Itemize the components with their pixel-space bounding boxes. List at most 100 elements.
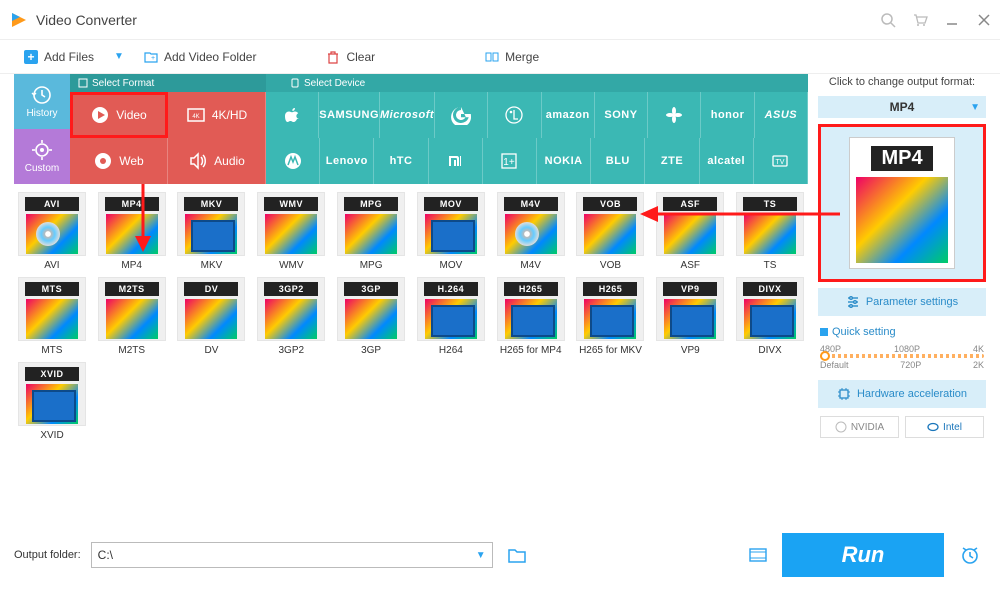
- format-badge: AVI: [25, 197, 79, 211]
- format-item-m2ts[interactable]: M2TSM2TS: [94, 277, 170, 356]
- cart-icon[interactable]: [912, 12, 928, 28]
- format-item-vob[interactable]: VOBVOB: [573, 192, 649, 271]
- format-item-vp9[interactable]: VP9VP9: [652, 277, 728, 356]
- brand-htc[interactable]: hTC: [374, 138, 428, 184]
- output-folder-value: C:\: [98, 548, 113, 562]
- format-item-dv[interactable]: DVDV: [174, 277, 250, 356]
- clear-button[interactable]: Clear: [316, 46, 385, 68]
- add-folder-button[interactable]: + Add Video Folder: [134, 46, 267, 68]
- format-item-3gp2[interactable]: 3GP23GP2: [253, 277, 329, 356]
- add-files-label: Add Files: [44, 50, 94, 64]
- output-folder-label: Output folder:: [14, 549, 81, 561]
- category-web-label: Web: [119, 154, 143, 168]
- format-item-h264[interactable]: H.264H264: [413, 277, 489, 356]
- output-format-preview[interactable]: MP4: [818, 124, 986, 282]
- format-badge: MP4: [105, 197, 159, 211]
- brand-asus[interactable]: ASUS: [755, 92, 808, 138]
- mark-2k: 2K: [973, 360, 984, 370]
- search-icon[interactable]: [880, 12, 896, 28]
- format-thumb: 3GP: [337, 277, 405, 341]
- slider-thumb[interactable]: [820, 351, 830, 361]
- format-art: [425, 299, 477, 339]
- chevron-down-icon: ▼: [970, 102, 980, 113]
- hardware-acceleration-button[interactable]: Hardware acceleration: [818, 380, 986, 408]
- mark-default: Default: [820, 360, 849, 370]
- brand-tv[interactable]: TV: [754, 138, 808, 184]
- format-item-xvid[interactable]: XVIDXVID: [14, 362, 90, 441]
- format-art: [505, 299, 557, 339]
- brand-zte[interactable]: ZTE: [645, 138, 699, 184]
- category-audio[interactable]: Audio: [168, 138, 266, 184]
- category-row-1: Video 4K 4K/HD SAMSUNG Microsoft amazon …: [70, 92, 808, 138]
- brand-samsung[interactable]: SAMSUNG: [319, 92, 380, 138]
- history-tab[interactable]: History: [14, 74, 70, 129]
- hw-accel-label: Hardware acceleration: [857, 388, 967, 400]
- brand-blu[interactable]: BLU: [591, 138, 645, 184]
- brand-motorola[interactable]: [266, 138, 320, 184]
- format-item-asf[interactable]: ASFASF: [652, 192, 728, 271]
- brand-apple[interactable]: [266, 92, 319, 138]
- brand-lg[interactable]: [488, 92, 541, 138]
- format-thumb: DIVX: [736, 277, 804, 341]
- format-item-mts[interactable]: MTSMTS: [14, 277, 90, 356]
- format-art: [106, 299, 158, 339]
- format-item-h265-for-mkv[interactable]: H265H265 for MKV: [573, 277, 649, 356]
- format-art: [584, 299, 636, 339]
- preview-art: [856, 177, 948, 263]
- nvidia-badge: NVIDIA: [820, 416, 899, 438]
- format-item-3gp[interactable]: 3GP3GP: [333, 277, 409, 356]
- brand-nokia[interactable]: NOKIA: [537, 138, 591, 184]
- brand-huawei[interactable]: [648, 92, 701, 138]
- format-art: [106, 214, 158, 254]
- format-item-ts[interactable]: TSTS: [732, 192, 808, 271]
- minimize-icon[interactable]: [944, 12, 960, 28]
- add-files-button[interactable]: + Add Files: [14, 46, 104, 68]
- brand-xiaomi[interactable]: [429, 138, 483, 184]
- format-thumb: 3GP2: [257, 277, 325, 341]
- format-badge: TS: [743, 197, 797, 211]
- brand-lenovo[interactable]: Lenovo: [320, 138, 374, 184]
- category-video[interactable]: Video: [70, 92, 168, 138]
- output-format-select[interactable]: MP4 ▼: [818, 96, 986, 118]
- alarm-icon[interactable]: [954, 544, 986, 566]
- output-folder-combo[interactable]: C:\ ▼: [91, 542, 493, 568]
- category-4khd[interactable]: 4K 4K/HD: [168, 92, 266, 138]
- format-badge: DIVX: [743, 282, 797, 296]
- film-icon[interactable]: [744, 542, 772, 568]
- chevron-down-icon: ▼: [476, 550, 486, 561]
- brand-google[interactable]: [435, 92, 488, 138]
- custom-tab[interactable]: Custom: [14, 129, 70, 184]
- format-badge: WMV: [264, 197, 318, 211]
- brand-alcatel[interactable]: alcatel: [700, 138, 754, 184]
- run-label: Run: [842, 542, 885, 568]
- format-label: H265 for MP4: [500, 345, 562, 356]
- format-item-mkv[interactable]: MKVMKV: [174, 192, 250, 271]
- category-audio-label: Audio: [214, 154, 245, 168]
- format-item-avi[interactable]: AVIAVI: [14, 192, 90, 271]
- brand-microsoft[interactable]: Microsoft: [380, 92, 435, 138]
- close-icon[interactable]: [976, 12, 992, 28]
- format-thumb: ASF: [656, 192, 724, 256]
- format-item-m4v[interactable]: M4VM4V: [493, 192, 569, 271]
- brand-honor[interactable]: honor: [701, 92, 754, 138]
- format-thumb: H265: [576, 277, 644, 341]
- quality-slider[interactable]: [820, 354, 984, 358]
- brand-oneplus[interactable]: 1+: [483, 138, 537, 184]
- quick-setting-label: Quick setting: [832, 326, 896, 338]
- format-item-mov[interactable]: MOVMOV: [413, 192, 489, 271]
- merge-button[interactable]: Merge: [475, 46, 549, 68]
- run-button[interactable]: Run: [782, 533, 944, 577]
- format-item-h265-for-mp4[interactable]: H265H265 for MP4: [493, 277, 569, 356]
- brand-sony[interactable]: SONY: [595, 92, 648, 138]
- format-badge: H.264: [424, 282, 478, 296]
- format-item-mpg[interactable]: MPGMPG: [333, 192, 409, 271]
- format-item-mp4[interactable]: MP4MP4: [94, 192, 170, 271]
- brand-amazon[interactable]: amazon: [542, 92, 595, 138]
- parameter-settings-button[interactable]: Parameter settings: [818, 288, 986, 316]
- format-item-wmv[interactable]: WMVWMV: [253, 192, 329, 271]
- format-thumb: MTS: [18, 277, 86, 341]
- format-item-divx[interactable]: DIVXDIVX: [732, 277, 808, 356]
- open-folder-button[interactable]: [503, 542, 531, 568]
- category-web[interactable]: Web: [70, 138, 168, 184]
- add-files-dropdown-icon[interactable]: ▼: [114, 51, 124, 62]
